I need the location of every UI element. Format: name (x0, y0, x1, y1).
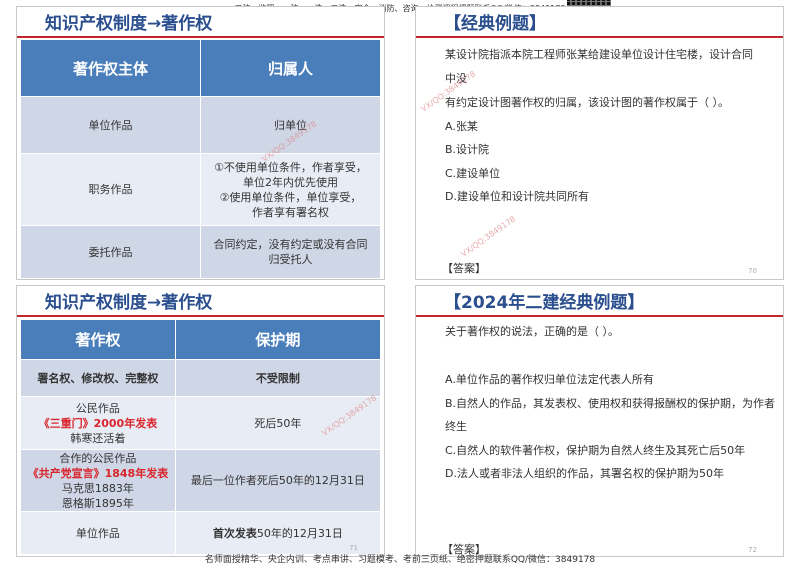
cell-subject: 委托作品 (20, 225, 201, 279)
bottom-banner: 名师面授精华、央企内训、考点串讲、习题模考、考前三页纸、绝密押题联系QQ/微信：… (204, 555, 596, 565)
page-number: 70 (748, 267, 757, 275)
cell-right: 署名权、修改权、完整权 (20, 359, 176, 397)
question-text: 关于著作权的说法，正确的是（ ）。 (445, 325, 619, 338)
option-b: B.自然人的作品，其发表权、使用权和获得报酬权的保护期，为作者 (445, 397, 776, 410)
option-a: A.张某 (445, 120, 478, 133)
option-c: C.建设单位 (445, 167, 501, 180)
option-a: A.单位作品的著作权归单位法定代表人所有 (445, 373, 654, 386)
cell-right: 合作的公民作品 《共产党宣言》1848年发表 马克思1883年 恩格斯1895年 (20, 449, 176, 512)
slide-title: 知识产权制度→著作权 (17, 7, 384, 38)
slide-title: 知识产权制度→著作权 (17, 286, 384, 317)
option-d: D.建设单位和设计院共同所有 (445, 190, 589, 203)
cell-subject: 单位作品 (20, 96, 201, 154)
answer-label: 【答案】 (442, 262, 486, 275)
watermark: VX/QQ:3849178 (459, 214, 518, 259)
option-b-cont: 终生 (445, 420, 467, 433)
cell-right: 公民作品 《三重门》2000年发表 韩寒还活着 (20, 396, 176, 450)
option-c: C.自然人的软件著作权，保护期为自然人终生及其死亡后50年 (445, 444, 746, 457)
page-number: 71 (349, 544, 358, 552)
slide-title: 【经典例题】 (416, 7, 783, 38)
cell-subject: 职务作品 (20, 153, 201, 226)
cell-period: 最后一位作者死后50年的12月31日 (174, 449, 382, 512)
owner-table: 著作权主体 归属人 单位作品 归单位 职务作品 ①不使用单位条件，作者享受， 单位2年内… (20, 39, 381, 279)
slide-protection-period: 知识产权制度→著作权 著作权 保护期 署名权、修改权、完整权 不受限制 公民作品 《三… (16, 285, 385, 557)
header-owner: 归属人 (200, 39, 381, 97)
slide-2024-example: 【2024年二建经典例题】 关于著作权的说法，正确的是（ ）。 A.单位作品的著… (415, 285, 784, 557)
cell-right: 单位作品 (20, 511, 176, 555)
cell-owner: 合同约定，没有约定或没有合同 归受托人 (200, 225, 381, 279)
header-subject: 著作权主体 (20, 39, 201, 97)
protection-table: 著作权 保护期 署名权、修改权、完整权 不受限制 公民作品 《三重门》2000年发表韩… (20, 319, 382, 555)
cell-period: 死后50年 (174, 396, 382, 450)
header-period: 保护期 (174, 319, 382, 360)
cell-owner: ①不使用单位条件，作者享受， 单位2年内优先使用 ②使用单位条件，单位享受， 作者享有… (200, 153, 381, 226)
slide-copyright-owner: 知识产权制度→著作权 著作权主体 归属人 单位作品 归单位 职务作品 ①不使用单位条件… (16, 6, 385, 280)
question-text: 某设计院指派本院工程师张某给建设单位设计住宅楼，设计合同中没 有约定设计图著作权的… (445, 48, 753, 109)
header-right: 著作权 (20, 319, 176, 360)
slide-classic-example: 【经典例题】 某设计院指派本院工程师张某给建设单位设计住宅楼，设计合同中没 有约定… (415, 6, 784, 280)
option-d: D.法人或者非法人组织的作品，其署名权的保护期为50年 (445, 467, 724, 480)
cell-period: 不受限制 (174, 359, 382, 397)
option-b: B.设计院 (445, 143, 490, 156)
slide-title: 【2024年二建经典例题】 (416, 286, 783, 317)
